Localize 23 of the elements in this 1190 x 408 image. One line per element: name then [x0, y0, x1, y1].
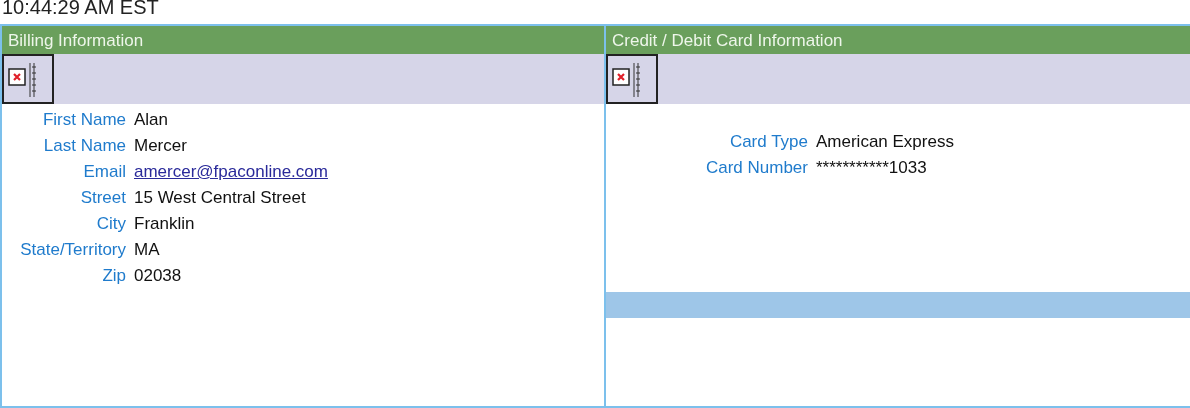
timestamp: 10:44:29 AM EST — [2, 0, 159, 15]
field-value: American Express — [816, 132, 954, 152]
field-value: 02038 — [134, 266, 182, 286]
field-label: Zip — [101, 266, 126, 286]
field-value: 15 West Central Street — [134, 188, 306, 208]
field-label: Card Number — [704, 158, 808, 178]
field-value: ***********1033 — [816, 158, 927, 178]
field-label: Street — [79, 188, 126, 208]
broken-image-icon — [2, 54, 54, 104]
field-label: Last Name — [42, 136, 126, 156]
field-label: State/Territory — [19, 240, 126, 260]
field-label: Card Type — [728, 132, 808, 152]
broken-image-icon — [606, 54, 658, 104]
panel-header: Credit / Debit Card Information — [606, 26, 1190, 54]
email-link[interactable]: amercer@fpaconline.com — [134, 162, 328, 182]
field-value: Franklin — [134, 214, 195, 234]
field-value: Alan — [134, 110, 169, 130]
field-value: Mercer — [134, 136, 187, 156]
field-label: Email — [82, 162, 126, 182]
field-label: City — [95, 214, 126, 234]
panel-header: Billing Information — [2, 26, 604, 54]
field-value: MA — [134, 240, 160, 260]
field-label: First Name — [41, 110, 126, 130]
